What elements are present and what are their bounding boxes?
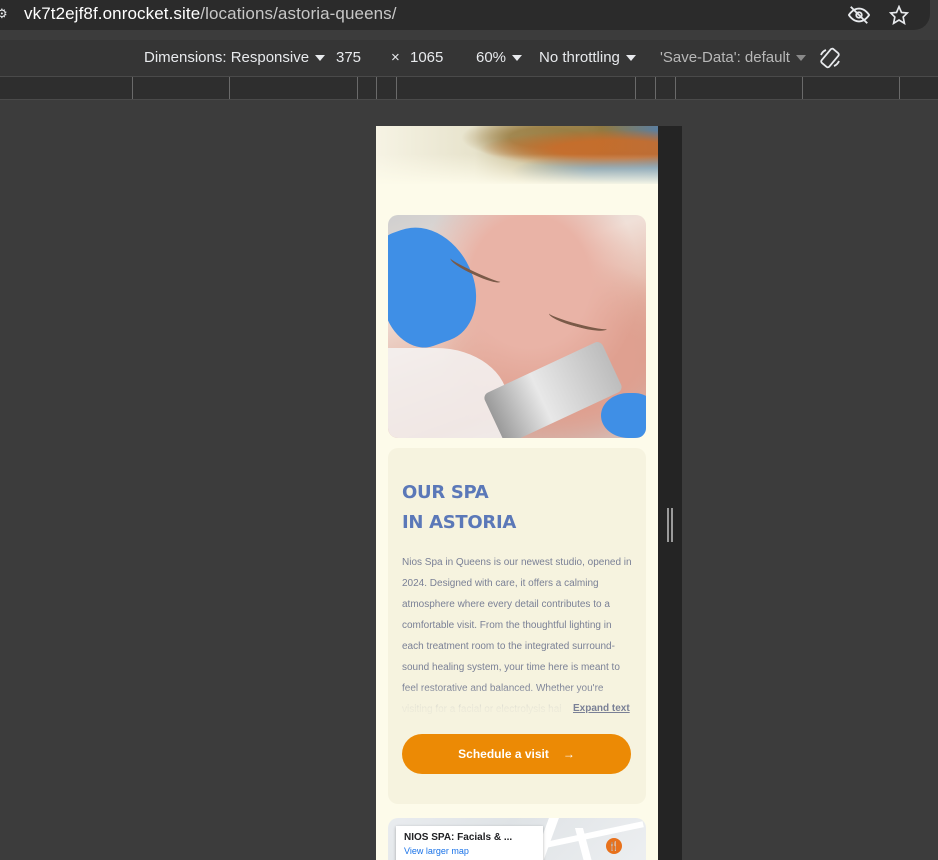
ruler-tick [132, 77, 133, 99]
location-map[interactable]: NIOS SPA: Facials & ... View larger map … [388, 818, 646, 860]
url-path: /locations/astoria-queens/ [200, 4, 397, 23]
ruler-tick [376, 77, 377, 99]
zoom-dropdown[interactable]: 60% [476, 49, 523, 66]
width-input[interactable]: 375 [336, 49, 361, 66]
address-bar[interactable]: ⚙ vk7t2ejf8f.onrocket.site/locations/ast… [0, 0, 930, 30]
glove-shape [388, 215, 491, 358]
height-input[interactable]: 1065 [410, 49, 443, 66]
bookmark-star-icon[interactable] [886, 2, 912, 28]
expand-text-link[interactable]: Expand text [571, 703, 630, 714]
resize-handle[interactable] [667, 508, 673, 542]
eye-shape [547, 307, 609, 335]
view-larger-map-link[interactable]: View larger map [404, 846, 535, 856]
map-info-card: NIOS SPA: Facials & ... View larger map [396, 826, 543, 860]
dimensions-dropdown[interactable]: Dimensions: Responsive [144, 49, 326, 66]
viewport-side-gutter [658, 126, 682, 860]
heading-line-2: IN ASTORIA [402, 512, 516, 533]
save-data-dropdown[interactable]: 'Save-Data': default [660, 49, 806, 66]
dimensions-label: Dimensions: Responsive [144, 49, 310, 66]
schedule-visit-label: Schedule a visit [458, 747, 549, 761]
times-symbol: × [391, 49, 400, 66]
eye-slash-icon[interactable] [846, 2, 872, 28]
ruler-tick [229, 77, 230, 99]
emulated-viewport[interactable]: OUR SPA IN ASTORIA Nios Spa in Queens is… [376, 126, 658, 860]
save-data-value: 'Save-Data': default [660, 49, 790, 66]
zoom-value: 60% [476, 49, 507, 66]
ruler-tick [357, 77, 358, 99]
throttling-dropdown[interactable]: No throttling [539, 49, 636, 66]
map-place-name: NIOS SPA: Facials & ... [404, 832, 513, 843]
ruler-tick [655, 77, 656, 99]
ruler-tick [675, 77, 676, 99]
heading-line-1: OUR SPA [402, 482, 489, 503]
times-icon: × [391, 49, 400, 66]
about-card: OUR SPA IN ASTORIA Nios Spa in Queens is… [388, 448, 646, 804]
facial-treatment-photo [388, 215, 646, 438]
hero-image [376, 126, 658, 184]
restaurant-pin-icon[interactable]: 🍴 [606, 838, 622, 854]
ruler-tick [635, 77, 636, 99]
ruler-tick [802, 77, 803, 99]
url-host: vk7t2ejf8f.onrocket.site [24, 4, 201, 23]
media-query-bar[interactable] [0, 76, 938, 100]
height-value: 1065 [410, 49, 444, 66]
schedule-visit-button[interactable]: Schedule a visit → [402, 734, 631, 774]
throttling-value: No throttling [539, 49, 620, 66]
chevron-down-icon [625, 54, 636, 61]
chevron-down-icon [512, 54, 523, 61]
site-info-icon[interactable]: ⚙ [0, 7, 10, 21]
arrow-right-icon: → [562, 747, 575, 761]
glove-shape [601, 393, 646, 438]
device-toolbar: Dimensions: Responsive 375 × 1065 60% No… [0, 40, 938, 76]
section-heading: OUR SPA IN ASTORIA [402, 478, 632, 538]
url-text[interactable]: vk7t2ejf8f.onrocket.site/locations/astor… [24, 4, 397, 24]
chevron-down-icon [795, 54, 806, 61]
chevron-down-icon [315, 54, 326, 61]
rotate-icon[interactable] [818, 46, 842, 70]
ruler-tick [396, 77, 397, 99]
width-value: 375 [336, 49, 362, 66]
ruler-tick [899, 77, 900, 99]
